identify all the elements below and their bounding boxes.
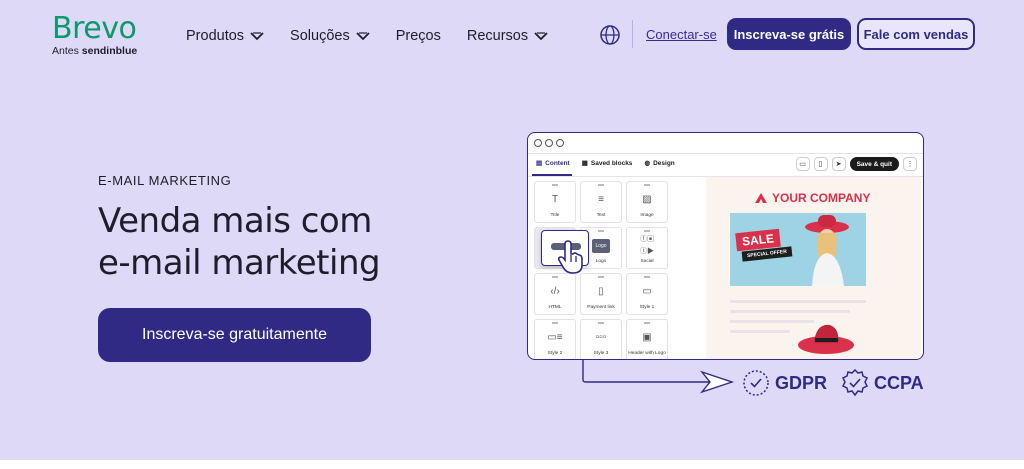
block-label: Header with Logo (628, 351, 666, 356)
chevron-down-icon (534, 32, 548, 41)
block-label: Payment link (587, 305, 615, 310)
layout-icon: ▭≡ (547, 331, 563, 343)
nav-item-produtos[interactable]: Produtos (186, 28, 264, 44)
ccpa-badge: CCPA (841, 369, 924, 397)
mobile-icon: ▯ (813, 157, 828, 171)
send-icon: ➤ (831, 157, 846, 171)
nav-item-solucoes[interactable]: Soluções (290, 28, 370, 44)
logo-icon: Logo (592, 238, 610, 253)
nav-label: Soluções (290, 28, 350, 44)
headline-line-1: Venda mais com (98, 201, 372, 241)
layout-icon: ▫▫▫ (595, 331, 607, 343)
editor-top-divider (528, 153, 923, 154)
window-dot (534, 139, 542, 147)
contact-sales-button[interactable]: Fale com vendas (857, 18, 975, 50)
hero-cta-button[interactable]: Inscreva-se gratuitamente (98, 308, 371, 362)
desktop-icon: ▭ (795, 157, 810, 171)
logo-subtitle: Antes sendinblue (52, 45, 137, 57)
block-label: HTML (548, 305, 562, 310)
save-quit-button: Save & quit (849, 157, 899, 171)
hero-headline: Venda mais com e-mail marketing (98, 200, 418, 284)
company-logo-icon (755, 193, 767, 203)
block-label: Image (640, 213, 654, 218)
gdpr-shield-icon (743, 370, 769, 396)
red-hat-image (798, 324, 854, 354)
block-label: Style 2 (547, 351, 563, 356)
gdpr-label: GDPR (775, 372, 828, 393)
window-dot (545, 139, 553, 147)
block-label: Style 1 (639, 305, 655, 310)
block-image: ▨ Image (626, 181, 668, 223)
editor-toolbar: ▭ ▯ ➤ Save & quit ⋮ (795, 157, 917, 171)
signup-button[interactable]: Inscreva-se grátis (727, 18, 851, 50)
nav-item-recursos[interactable]: Recursos (467, 28, 548, 44)
editor-tab-saved-blocks: ▦ Saved blocks (581, 159, 633, 168)
block-label: Social (640, 259, 654, 264)
nav-label: Preços (395, 28, 441, 44)
login-link[interactable]: Conectar-se (646, 27, 717, 42)
block-social: ⓕ▣ ⓣ▶ Social (626, 227, 668, 269)
pointer-hand-icon (557, 240, 583, 274)
editor-tabs: ▤ Content ▦ Saved blocks ◍ Design (536, 159, 675, 168)
nav-label: Produtos (186, 28, 245, 44)
email-preview: YOUR COMPANY SALE SPECIAL OFFER (706, 177, 921, 359)
chevron-down-icon (356, 32, 370, 41)
block-label: Title (550, 213, 560, 218)
block-label: Style 3 (593, 351, 609, 356)
block-payment-link: ▯ Payment link (580, 273, 622, 315)
header-icon: ▣ (642, 331, 652, 343)
logo-sub-name: sendinblue (81, 45, 138, 57)
block-html: ‹/› HTML (534, 273, 576, 315)
title-icon: T (551, 193, 559, 205)
window-controls (534, 139, 564, 147)
globe-icon[interactable] (599, 24, 621, 46)
ccpa-label: CCPA (874, 372, 924, 393)
block-palette: T Title ≡ Text ▨ Image Logo Logo ⓕ▣ ⓣ▶ Social … (534, 181, 668, 359)
code-icon: ‹/› (550, 285, 560, 297)
block-header-with-logo: ▣ Header with Logo (626, 319, 668, 359)
block-label: Text (596, 213, 606, 218)
tab-label: Saved blocks (590, 159, 633, 167)
editor-tab-design: ◍ Design (644, 159, 675, 168)
block-style-2: ▭≡ Style 2 (534, 319, 576, 359)
preview-company-name: YOUR COMPANY (772, 191, 871, 205)
palette-icon: ◍ (644, 160, 651, 167)
tab-label: Content (545, 159, 570, 167)
payment-icon: ▯ (598, 285, 604, 297)
page-bottom-strip (0, 460, 1024, 469)
window-dot (556, 139, 564, 147)
editor-tab-content: ▤ Content (536, 159, 570, 168)
saved-icon: ▦ (581, 160, 588, 167)
block-text: ≡ Text (580, 181, 622, 223)
more-icon: ⋮ (903, 157, 917, 171)
layout-icon: ▭ (642, 285, 652, 297)
logo-sub-prefix: Antes (52, 45, 79, 57)
chevron-down-icon (250, 32, 264, 41)
block-style-3: ▫▫▫ Style 3 (580, 319, 622, 359)
nav-label: Recursos (466, 28, 529, 44)
header-divider (632, 20, 633, 48)
text-icon: ≡ (598, 193, 604, 205)
hero-eyebrow: E-MAIL MARKETING (98, 173, 232, 188)
ccpa-seal-icon (841, 369, 869, 397)
brevo-logo[interactable]: Brevo Antes sendinblue (52, 11, 137, 58)
logo-wordmark: Brevo (52, 11, 137, 46)
nav-item-precos[interactable]: Preços (396, 28, 441, 44)
block-label: Logo (595, 259, 607, 264)
block-style-1: ▭ Style 1 (626, 273, 668, 315)
social-icons: ⓕ▣ ⓣ▶ (640, 235, 654, 255)
connector-arrow (582, 360, 735, 394)
content-icon: ▤ (536, 160, 543, 167)
block-title: T Title (534, 181, 576, 223)
headline-line-2: e-mail marketing (98, 243, 381, 283)
tab-label: Design (653, 159, 675, 167)
preview-hero-image: SALE SPECIAL OFFER (730, 213, 866, 286)
gdpr-badge: GDPR (742, 369, 827, 397)
main-nav: Produtos Soluções Preços Recursos (186, 28, 548, 44)
preview-brand: YOUR COMPANY (754, 191, 870, 205)
image-icon: ▨ (642, 193, 652, 205)
